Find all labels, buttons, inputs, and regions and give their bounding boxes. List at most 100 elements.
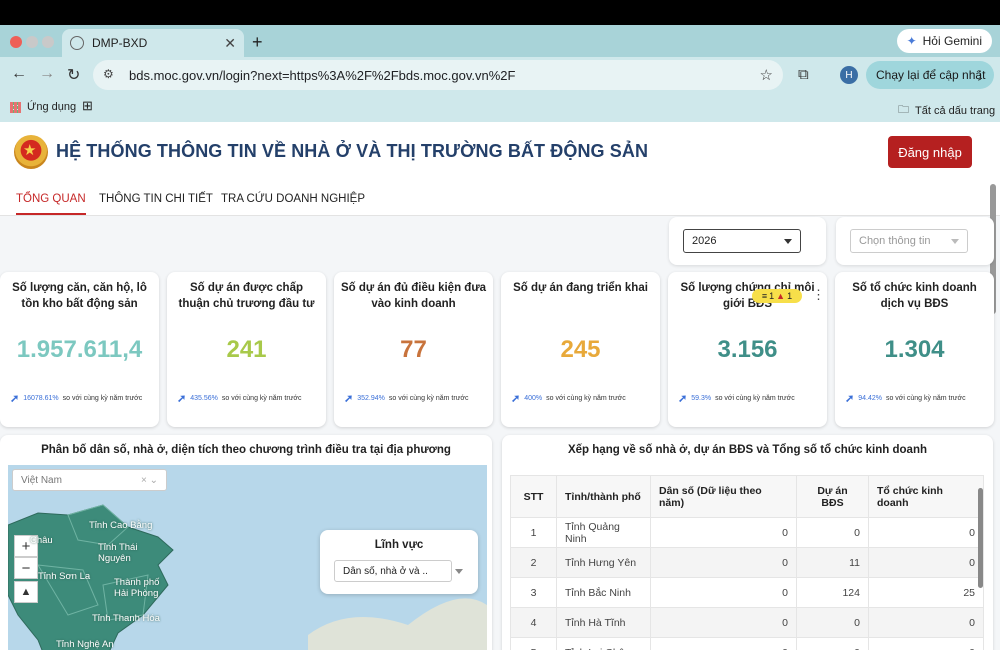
table-row[interactable]: 4 Tỉnh Hà Tĩnh 0 0 0	[510, 607, 984, 638]
table-cell: 124	[796, 577, 869, 608]
new-tab-button[interactable]: +	[252, 32, 263, 53]
table-row[interactable]: 2 Tỉnh Hưng Yên 0 11 0	[510, 547, 984, 578]
table-row[interactable]: 1 Tỉnh Quảng Ninh 0 0 0	[510, 517, 984, 548]
table-cell: 1	[510, 517, 557, 548]
all-bookmarks-folder[interactable]: 🗀 Tất cả dấu trang	[898, 101, 995, 120]
bookmark-star-icon[interactable]: ☆	[760, 66, 773, 84]
reset-north-button[interactable]: ▲	[14, 581, 38, 603]
column-header[interactable]: Dân số (Dữ liệu theo năm)	[650, 475, 797, 518]
page-content: HỆ THỐNG THÔNG TIN VỀ NHÀ Ở VÀ THỊ TRƯỜN…	[0, 122, 1000, 650]
field-value: Dân số, nhà ở và ..	[343, 565, 428, 577]
stat-title: Số dự án đủ điều kiện đưa vào kinh doanh	[340, 282, 487, 310]
stat-change: ➚ 352.94% so với cùng kỳ năm trước	[344, 392, 489, 405]
field-label: Lĩnh vực	[374, 539, 424, 551]
map-panel-title: Phân bố dân số, nhà ở, diện tích theo ch…	[41, 444, 451, 456]
column-header[interactable]: Tỉnh/thành phố	[556, 475, 651, 518]
field-selector-box: Lĩnh vực Dân số, nhà ở và ..	[320, 530, 478, 594]
login-button[interactable]: Đăng nhập	[888, 136, 972, 168]
table-cell: 0	[868, 637, 984, 650]
table-cell: Tỉnh Quảng Ninh	[556, 517, 651, 548]
table-cell: 3	[510, 577, 557, 608]
tab-overview[interactable]: TỔNG QUAN	[16, 193, 86, 215]
menu-kebab-icon[interactable]: ⋮	[974, 68, 986, 82]
table-cell: 5	[510, 637, 557, 650]
table-scrollbar[interactable]	[978, 488, 983, 588]
forward-icon[interactable]: →	[39, 65, 55, 83]
tab-title: DMP-BXD	[92, 36, 148, 50]
stat-value: 77	[400, 336, 427, 363]
profile-avatar[interactable]: H	[840, 66, 858, 84]
browser-tab[interactable]: DMP-BXD ✕	[62, 29, 244, 57]
table-cell: 0	[868, 607, 984, 638]
clear-chevron-icon[interactable]: × ⌄	[141, 475, 158, 486]
reload-icon[interactable]: ↻	[67, 65, 80, 85]
table-row[interactable]: 5Tỉnh Lai Châu000	[510, 637, 984, 650]
gemini-label: Hỏi Gemini	[922, 34, 982, 48]
stat-change: ➚ 400% so với cùng kỳ năm trước	[511, 392, 656, 405]
tab-business-lookup[interactable]: TRA CỨU DOANH NGHIỆP	[221, 193, 365, 205]
ranking-table: STT Tỉnh/thành phố Dân số (Dữ liệu theo …	[510, 475, 984, 650]
stat-change-percent: 59.3%	[691, 395, 712, 402]
address-bar[interactable]: ⚙ bds.moc.gov.vn/login?next=https%3A%2F%…	[93, 60, 783, 90]
page-title: HỆ THỐNG THÔNG TIN VỀ NHÀ Ở VÀ THỊ TRƯỜN…	[56, 141, 649, 161]
stat-change-label: so với cùng kỳ năm trước	[388, 395, 469, 402]
column-header[interactable]: Dự án BĐS	[796, 475, 869, 518]
url-text: bds.moc.gov.vn/login?next=https%3A%2F%2F…	[129, 67, 516, 83]
table-header-row: STT Tỉnh/thành phố Dân số (Dữ liệu theo …	[510, 475, 984, 518]
table-cell: Tỉnh Bắc Ninh	[556, 577, 651, 608]
close-tab-icon[interactable]: ✕	[224, 35, 236, 52]
zoom-out-button[interactable]: −	[14, 557, 38, 579]
sparkle-icon: ✦	[906, 34, 917, 48]
stat-card: Số tổ chức kinh doanh dịch vụ BĐS 1.304 ➚ 9…	[835, 272, 994, 427]
tab-details[interactable]: THÔNG TIN CHI TIẾT	[99, 193, 213, 205]
relaunch-update-button[interactable]: Chạy lại để cập nhật ⋮	[866, 61, 994, 89]
extensions-icon[interactable]: ⧉	[798, 66, 809, 83]
national-emblem-logo	[14, 135, 48, 169]
table-cell: 0	[796, 637, 869, 650]
map-panel: Phân bố dân số, nhà ở, diện tích theo ch…	[0, 435, 492, 650]
province-label: Tỉnh Thanh Hóa	[92, 613, 160, 624]
stat-change: ➚ 59.3% so với cùng kỳ năm trước	[678, 392, 823, 405]
stat-change: ➚ 435.56% so với cùng kỳ năm trước	[177, 392, 322, 405]
table-cell: 0	[796, 607, 869, 638]
site-info-icon[interactable]: ⚙	[103, 67, 119, 83]
year-select[interactable]: 2026	[683, 229, 801, 253]
tab-groups-icon[interactable]: ⊞	[82, 98, 93, 114]
table-cell: 4	[510, 607, 557, 638]
stat-change-label: so với cùng kỳ năm trước	[221, 395, 302, 402]
caret-down-icon	[455, 569, 463, 574]
province-map[interactable]: Việt Nam × ⌄ + − ▲ Tỉnh Cao Bằng Châu Tỉ…	[8, 465, 487, 650]
field-select[interactable]: Dân số, nhà ở và ..	[334, 560, 463, 582]
close-window-icon[interactable]	[10, 36, 22, 48]
column-header[interactable]: Tổ chức kinh doanh	[868, 475, 984, 518]
region-select[interactable]: Việt Nam × ⌄	[12, 469, 167, 491]
province-label: Tỉnh Thái Nguyên	[98, 542, 138, 564]
ranking-panel-title: Xếp hạng về số nhà ở, dự án BĐS và Tổng …	[567, 444, 927, 456]
info-select[interactable]: Chọn thông tin	[850, 229, 968, 253]
all-bookmarks-label: Tất cả dấu trang	[915, 104, 996, 117]
tab-strip: DMP-BXD ✕ + ✦ Hỏi Gemini	[0, 25, 1000, 57]
warning-count: 1	[787, 291, 793, 301]
filter-warning-badge[interactable]: ≡ 1 ▲ 1	[752, 289, 802, 303]
table-cell: 0	[650, 577, 797, 608]
column-header[interactable]: STT	[510, 475, 557, 518]
table-row[interactable]: 3 Tỉnh Bắc Ninh 0 124 25	[510, 577, 984, 608]
table-cell: 0	[650, 547, 797, 578]
table-cell: 0	[650, 637, 797, 650]
gemini-button[interactable]: ✦ Hỏi Gemini	[896, 29, 992, 53]
maximize-window-icon[interactable]	[42, 36, 54, 48]
province-label: Tỉnh Nghệ An	[56, 639, 114, 650]
caret-down-icon	[951, 239, 959, 244]
stat-value: 1.304	[884, 336, 945, 363]
screen-top-bar	[0, 0, 1000, 25]
back-icon[interactable]: ←	[11, 65, 27, 83]
filter-icon: ≡	[761, 291, 768, 301]
province-label: Tỉnh Sơn La	[38, 571, 91, 582]
table-cell: 0	[868, 517, 984, 548]
site-header: HỆ THỐNG THÔNG TIN VỀ NHÀ Ở VÀ THỊ TRƯỜN…	[0, 122, 1000, 180]
apps-bookmark[interactable]: Ứng dụng	[10, 101, 76, 113]
table-cell: 25	[868, 577, 984, 608]
minimize-window-icon[interactable]	[26, 36, 38, 48]
stat-title: Số tổ chức kinh doanh dịch vụ BĐS	[852, 282, 977, 310]
card-menu-icon[interactable]: ⋮	[812, 287, 825, 303]
